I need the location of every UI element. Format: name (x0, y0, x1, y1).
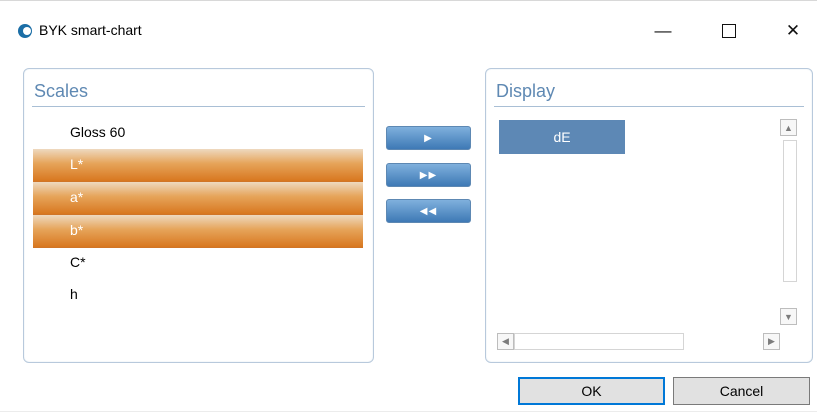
ok-button[interactable]: OK (518, 377, 665, 405)
maximize-button[interactable] (706, 14, 752, 48)
horizontal-scrollbar[interactable]: ◀ ▶ (497, 333, 780, 350)
scale-item-b-star[interactable]: b* (33, 215, 363, 248)
scales-title: Scales (34, 81, 89, 101)
maximize-icon (722, 24, 736, 38)
scale-item-h[interactable]: h (33, 279, 363, 312)
scales-divider (32, 106, 365, 107)
scroll-up-button[interactable]: ▲ (780, 119, 797, 136)
move-selected-right-button[interactable]: ▶ (386, 126, 471, 150)
scroll-down-button[interactable]: ▼ (780, 308, 797, 325)
display-divider (494, 106, 804, 107)
vertical-scroll-track[interactable] (783, 140, 797, 282)
display-title: Display (496, 81, 556, 101)
display-item-de[interactable]: dE (499, 120, 625, 154)
cancel-button[interactable]: Cancel (673, 377, 810, 405)
app-logo-icon (18, 24, 32, 38)
horizontal-scroll-track[interactable] (514, 333, 684, 350)
window-title: BYK smart-chart (39, 22, 142, 38)
move-all-left-button[interactable]: ◀◀ (386, 199, 471, 223)
window-bottom-edge (0, 411, 817, 412)
scroll-left-button[interactable]: ◀ (497, 333, 514, 350)
minimize-button[interactable]: — (640, 14, 686, 48)
move-all-right-button[interactable]: ▶▶ (386, 163, 471, 187)
scale-item-gloss-60[interactable]: Gloss 60 (33, 117, 363, 150)
window-top-edge (0, 0, 817, 8)
scroll-right-button[interactable]: ▶ (763, 333, 780, 350)
scale-item-c-star[interactable]: C* (33, 247, 363, 280)
scale-item-l-star[interactable]: L* (33, 149, 363, 182)
scale-item-a-star[interactable]: a* (33, 182, 363, 215)
scales-panel: Scales Gloss 60 L* a* b* C* h (23, 68, 374, 363)
display-panel: Display (485, 68, 813, 363)
vertical-scrollbar[interactable]: ▲ ▼ (780, 119, 800, 327)
close-button[interactable]: ✕ (770, 14, 816, 48)
